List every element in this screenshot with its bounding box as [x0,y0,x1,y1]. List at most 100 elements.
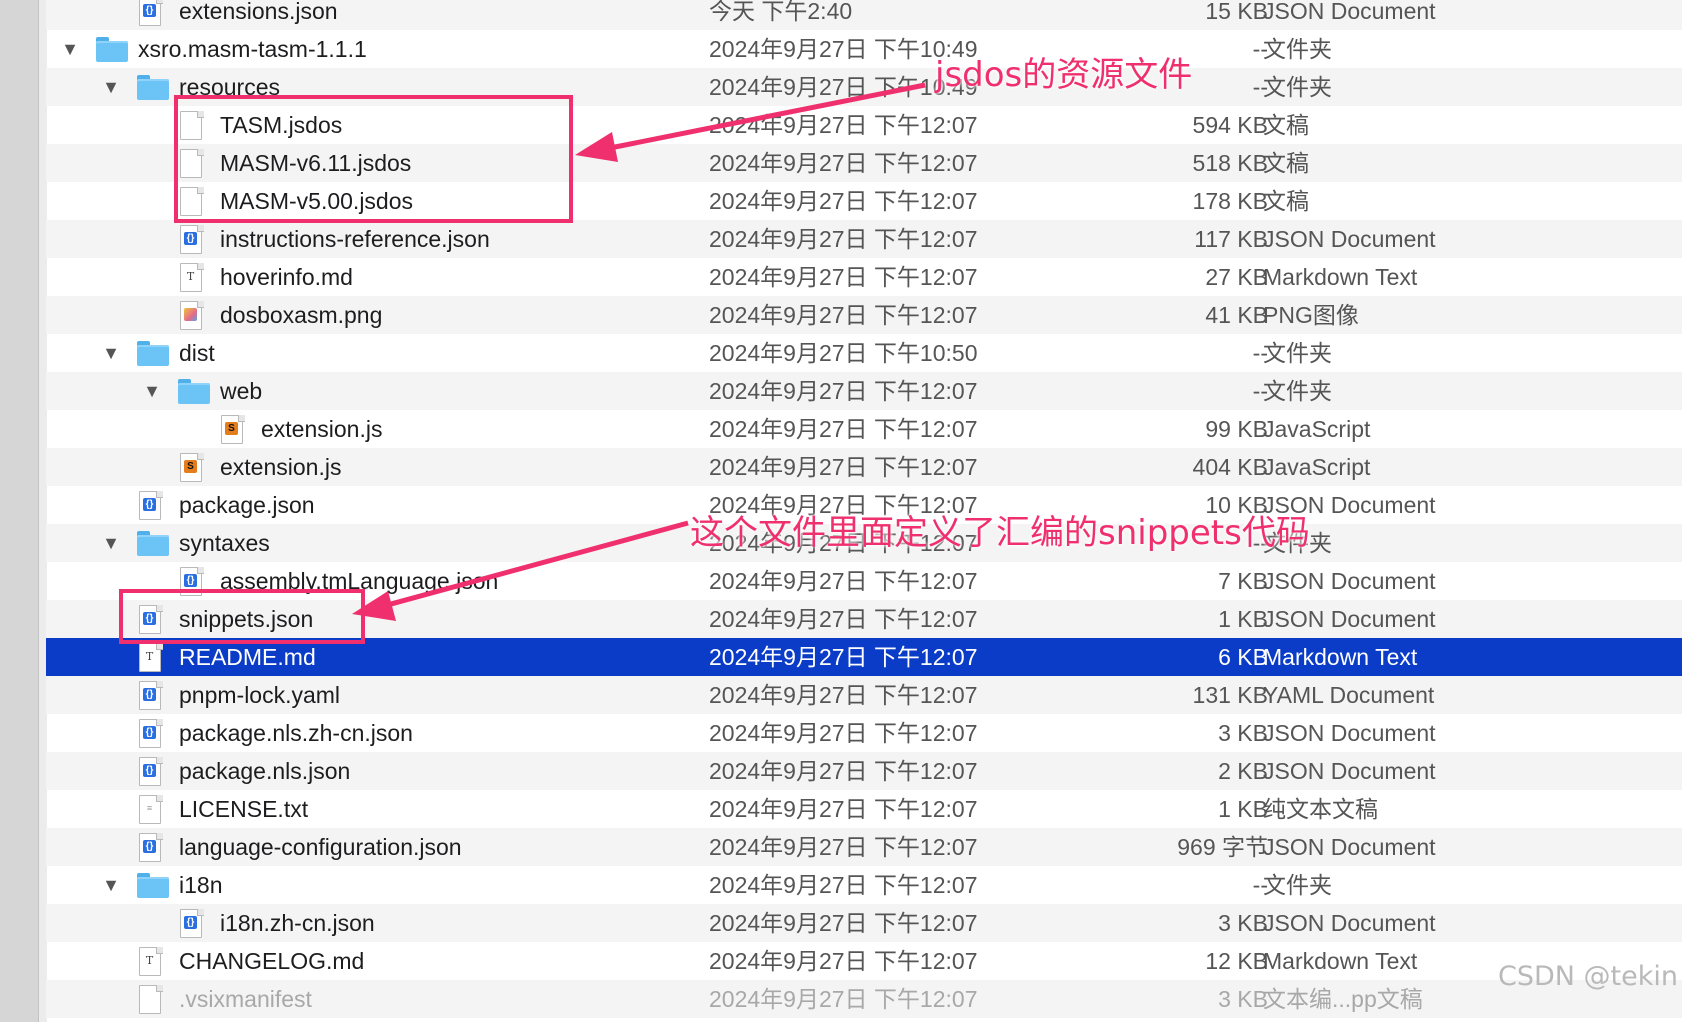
file-row[interactable]: ▼ web 2024年9月27日 下午12:07 -- 文件夹 [46,372,1682,410]
file-kind: 文件夹 [1263,36,1332,62]
file-kind: JSON Document [1263,606,1436,632]
sidebar-gutter [0,0,38,1022]
file-kind: JSON Document [1263,910,1436,936]
file-kind: Markdown Text [1263,948,1418,974]
folder-icon [137,75,169,101]
date-modified: 2024年9月27日 下午12:07 [709,834,978,860]
file-row[interactable]: ▼ i18n 2024年9月27日 下午12:07 -- 文件夹 [46,866,1682,904]
disclosure-triangle-icon[interactable]: ▼ [101,866,121,904]
file-row[interactable]: {} instructions-reference.json 2024年9月27日 … [46,220,1682,258]
file-row[interactable]: {} i18n.zh-cn.json 2024年9月27日 下午12:07 3 KB J… [46,904,1682,942]
disclosure-triangle-icon[interactable]: ▼ [101,68,121,106]
file-kind: Markdown Text [1263,644,1418,670]
file-name: i18n.zh-cn.json [220,910,375,936]
date-modified: 2024年9月27日 下午12:07 [709,948,978,974]
file-kind: 文件夹 [1263,74,1332,100]
folder-icon [96,37,128,63]
json-file-icon: {} [137,491,163,520]
file-kind: 文本编...pp文稿 [1263,986,1423,1012]
disclosure-triangle-icon[interactable]: ▼ [101,334,121,372]
folder-icon [137,873,169,899]
file-kind: 文稿 [1263,188,1309,214]
file-row[interactable]: ▼ xsro.masm-tasm-1.1.1 2024年9月27日 下午10:49-… [46,30,1682,68]
file-kind: JSON Document [1263,758,1436,784]
snippets-annotation: 这个文件里面定义了汇编的snippets代码 [690,513,1310,553]
json-file-icon: {} [137,757,163,786]
file-size: 178 KB [1192,188,1268,214]
file-name: dosboxasm.png [220,302,383,328]
json-file-icon: {} [137,719,163,748]
file-size: 1 KB [1218,796,1268,822]
file-row[interactable]: .vsixmanifest 2024年9月27日 下午12:07 3 KB 文本编..… [46,980,1682,1018]
file-kind: 文件夹 [1263,378,1332,404]
png-file-icon [178,301,204,330]
file-name: dist [179,340,215,366]
file-row[interactable]: ▼ dist 2024年9月27日 下午10:50 -- 文件夹 [46,334,1682,372]
file-kind: JSON Document [1263,568,1436,594]
date-modified: 2024年9月27日 下午12:07 [709,226,978,252]
file-kind: JavaScript [1263,416,1371,442]
watermark: CSDN @tekin [1497,961,1678,992]
file-kind: 纯文本文稿 [1263,796,1378,822]
file-row[interactable]: {} extensions.json 今天 下午2:40 15 KB JSON Docu… [46,0,1682,30]
file-kind: 文稿 [1263,150,1309,176]
file-row[interactable]: Sextension.js 2024年9月27日 下午12:07 404 KB Jav… [46,448,1682,486]
file-name: LICENSE.txt [179,796,309,822]
file-kind: PNG图像 [1263,302,1359,328]
file-name: hoverinfo.md [220,264,353,290]
file-name: package.json [179,492,315,518]
disclosure-triangle-icon[interactable]: ▼ [101,524,121,562]
file-kind: 文件夹 [1263,340,1332,366]
file-size: 594 KB [1192,112,1268,138]
file-name: i18n [179,872,223,898]
date-modified: 2024年9月27日 下午12:07 [709,112,978,138]
file-name: .vsixmanifest [179,986,312,1012]
date-modified: 2024年9月27日 下午12:07 [709,264,978,290]
date-modified: 2024年9月27日 下午12:07 [709,606,978,632]
file-name: instructions-reference.json [220,226,490,252]
date-modified: 2024年9月27日 下午12:07 [709,416,978,442]
json-file-icon: {} [137,681,163,710]
file-row[interactable]: Thoverinfo.md 2024年9月27日 下午12:07 27 KB Mark… [46,258,1682,296]
file-size: 117 KB [1194,226,1268,252]
file-size: 6 KB [1218,644,1268,670]
file-row[interactable]: dosboxasm.png 2024年9月27日 下午12:07 41 KB PNG图… [46,296,1682,334]
file-row[interactable]: T CHANGELOG.md 2024年9月27日 下午12:07 12 KB Mark… [46,942,1682,980]
file-size: 1 KB [1218,606,1268,632]
folder-icon [137,341,169,367]
date-modified: 今天 下午2:40 [709,0,853,24]
file-size: 404 KB [1192,454,1268,480]
file-row[interactable]: Sextension.js 2024年9月27日 下午12:07 99 KB Java… [46,410,1682,448]
file-kind: JavaScript [1263,454,1371,480]
date-modified: 2024年9月27日 下午12:07 [709,454,978,480]
file-name: package.nls.json [179,758,351,784]
file-size: 3 KB [1218,720,1268,746]
text-file-icon: ≡ [137,795,163,824]
file-row[interactable]: {} pnpm-lock.yaml 2024年9月27日 下午12:07 131 KB… [46,676,1682,714]
date-modified: 2024年9月27日 下午12:07 [709,986,978,1012]
disclosure-triangle-icon[interactable]: ▼ [60,30,80,68]
file-size: 518 KB [1192,150,1268,176]
json-file-icon: {} [178,225,204,254]
disclosure-triangle-icon[interactable]: ▼ [142,372,162,410]
json-file-icon: {} [137,833,163,862]
file-kind: 文件夹 [1263,872,1332,898]
file-name: pnpm-lock.yaml [179,682,341,708]
jsdos-highlight-box [174,95,573,223]
file-row[interactable]: ≡ LICENSE.txt 2024年9月27日 下午12:07 1 KB 纯文本文稿 [46,790,1682,828]
file-row[interactable]: {} language-configuration.json 2024年9月27日 … [46,828,1682,866]
file-row[interactable]: {} package.nls.zh-cn.json 2024年9月27日 下午12:… [46,714,1682,752]
file-name: syntaxes [179,530,270,556]
date-modified: 2024年9月27日 下午12:07 [709,682,978,708]
file-size: 2 KB [1218,758,1268,784]
date-modified: 2024年9月27日 下午10:50 [709,340,978,366]
date-modified: 2024年9月27日 下午12:07 [709,378,978,404]
file-size: -- [1252,340,1268,366]
markdown-file-icon: T [137,947,163,976]
file-row[interactable]: {} package.nls.json 2024年9月27日 下午12:07 2 KB… [46,752,1682,790]
markdown-file-icon: T [178,263,204,292]
file-name: package.nls.zh-cn.json [179,720,413,746]
file-name: CHANGELOG.md [179,948,365,974]
file-size: -- [1252,872,1268,898]
date-modified: 2024年9月27日 下午12:07 [709,150,978,176]
